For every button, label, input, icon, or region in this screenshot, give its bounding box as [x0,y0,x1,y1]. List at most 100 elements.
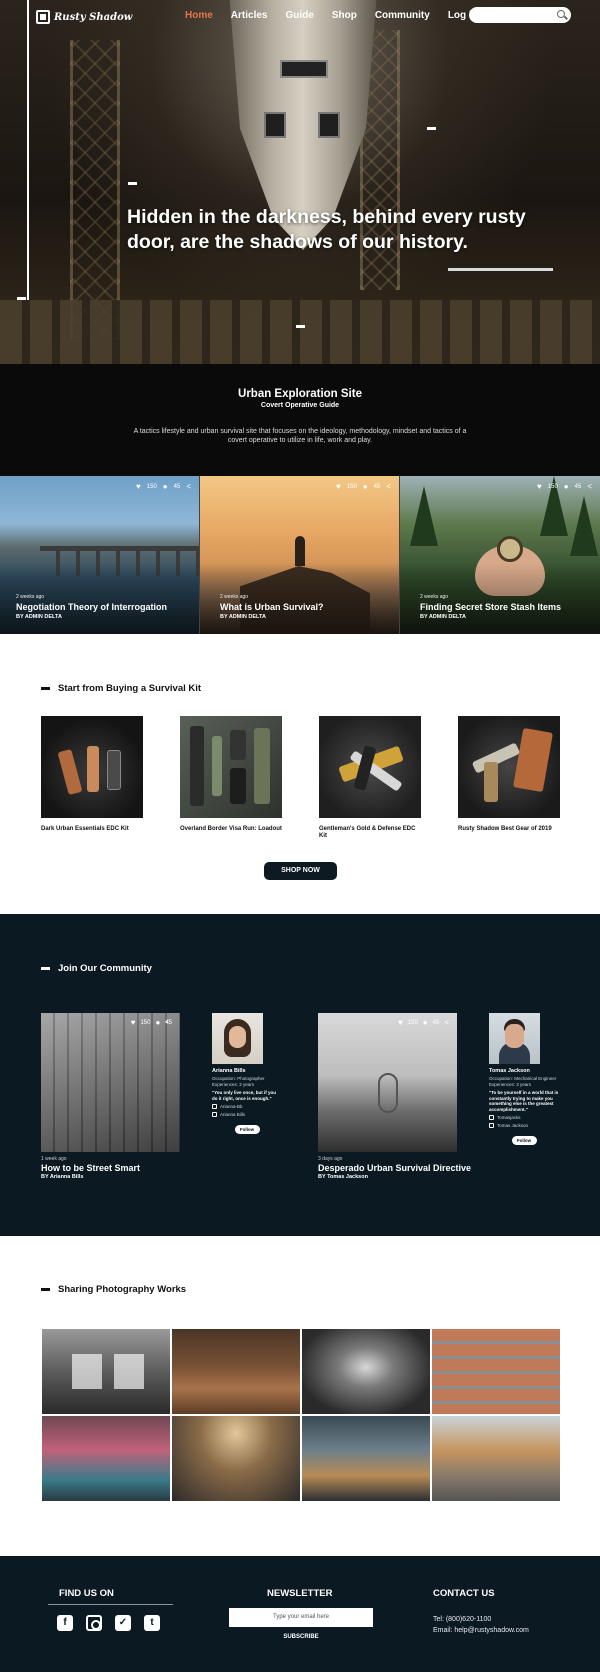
facebook-icon[interactable]: f [57,1615,73,1631]
logo[interactable]: Rusty Shadow [36,10,132,24]
tool [230,730,246,760]
search-input[interactable] [469,7,571,23]
nav-shop[interactable]: Shop [332,10,357,21]
nav-home[interactable]: Home [185,10,213,21]
tool [484,762,498,802]
like-count: 150 [407,1020,418,1026]
nav-community[interactable]: Community [375,10,430,21]
card-title[interactable]: Negotiation Theory of Interrogation [16,602,167,612]
kit-image[interactable] [319,716,421,818]
card-author: BY ADMIN DELTA [220,614,266,620]
gallery-photo[interactable] [431,1328,561,1415]
kit-label[interactable]: Overland Border Visa Run: Loadout [180,826,282,833]
email-field[interactable]: Type your email here [229,1608,373,1627]
heart-icon[interactable]: ♥ [398,1019,403,1027]
card-time: 2 weeks ago [16,594,45,600]
tool [87,746,99,792]
post-title[interactable]: How to be Street Smart [41,1163,140,1173]
profile-quote: "To be yourself in a world that is const… [489,1090,559,1112]
contact-email[interactable]: Email: help@rustyshadow.com [433,1627,529,1634]
gallery-photo[interactable] [171,1328,301,1415]
tumblr-icon[interactable]: t [144,1615,160,1631]
profile-facebook[interactable]: Tomas Jackson [489,1123,559,1128]
hero-dash [427,127,436,130]
intro-section: Urban Exploration Site Covert Operative … [0,364,600,476]
profile-name[interactable]: Arianna Bills [212,1068,282,1074]
kit-label[interactable]: Gentleman's Gold & Defense EDC Kit [319,826,421,840]
nav-menu: Home Articles Guide Shop Community Log i… [185,10,496,21]
comment-count: 45 [432,1020,440,1026]
social-links: f ✓ t [57,1615,160,1631]
comment-icon[interactable]: ● [564,483,569,491]
profile-instagram[interactable]: Arianna-Bb [212,1104,282,1109]
comment-icon[interactable]: ● [423,1019,428,1027]
heart-icon[interactable]: ♥ [537,483,542,491]
gallery-photo[interactable] [41,1415,171,1502]
instagram-icon [489,1115,494,1120]
heart-icon[interactable]: ♥ [136,483,141,491]
kit-image[interactable] [458,716,560,818]
logo-icon [36,10,50,24]
heart-icon[interactable]: ♥ [131,1019,136,1027]
like-count: 150 [140,1020,151,1026]
profile-instagram[interactable]: Tomasjacks [489,1115,559,1120]
card-title[interactable]: What is Urban Survival? [220,602,324,612]
window-light [114,1354,144,1389]
avatar[interactable] [489,1013,540,1064]
follow-button[interactable]: Follow [511,1136,537,1145]
heading-dash [41,967,50,970]
shop-item[interactable]: Gentleman's Gold & Defense EDC Kit [319,716,421,840]
profile-name[interactable]: Tomas Jackson [489,1068,559,1074]
heart-icon[interactable]: ♥ [336,483,341,491]
shop-item[interactable]: Overland Border Visa Run: Loadout [180,716,282,833]
share-icon[interactable]: < [444,1019,449,1027]
community-post-image[interactable]: ♥ 150 ● 45 < [318,1013,457,1152]
comment-icon[interactable]: ● [155,1019,160,1027]
kit-label[interactable]: Dark Urban Essentials EDC Kit [41,826,143,833]
shop-item[interactable]: Rusty Shadow Best Gear of 2019 [458,716,560,833]
nav-guide[interactable]: Guide [285,10,313,21]
card-time: 2 weeks ago [420,594,449,600]
community-post-image[interactable]: ♥ 150 ● 45 [41,1013,180,1152]
profile-facebook[interactable]: Arianna Bills [212,1112,282,1117]
like-count: 150 [346,484,357,490]
nav-articles[interactable]: Articles [231,10,268,21]
shop-heading: Start from Buying a Survival Kit [41,683,201,694]
twitter-icon[interactable]: ✓ [115,1615,131,1631]
kit-label[interactable]: Rusty Shadow Best Gear of 2019 [458,826,560,833]
instagram-icon [212,1104,217,1109]
follow-button[interactable]: Follow [234,1125,260,1134]
comment-icon[interactable]: ● [363,483,368,491]
gallery-photo[interactable] [301,1415,431,1502]
intro-subtitle: Covert Operative Guide [260,402,340,409]
contact-tel: Tel: (800)620-1100 [433,1616,492,1623]
comment-icon[interactable]: ● [163,483,168,491]
kit-image[interactable] [180,716,282,818]
avatar[interactable] [212,1013,263,1064]
kit-image[interactable] [41,716,143,818]
share-icon[interactable]: < [587,483,592,491]
card-title[interactable]: Finding Secret Store Stash Items [420,602,561,612]
instagram-icon[interactable] [86,1615,102,1631]
facebook-handle: Arianna Bills [220,1112,246,1117]
footer: FIND US ON f ✓ t NEWSLETTER Type your em… [0,1556,600,1672]
featured-card[interactable]: ♥ 150 ● 45 < 2 weeks ago Negotiation Theor… [0,476,200,634]
featured-card[interactable]: ♥ 150 ● 45 < 2 weeks ago Finding Secret St… [400,476,600,634]
featured-card[interactable]: ♥ 150 ● 45 < 2 weeks ago What is Urban Sur… [200,476,400,634]
share-icon[interactable]: < [186,483,191,491]
hero-dash [17,297,26,300]
gallery-photo[interactable] [301,1328,431,1415]
gallery-photo[interactable] [171,1415,301,1502]
window-light [72,1354,102,1389]
contact-heading: CONTACT US [433,1588,495,1599]
gallery-photo[interactable] [431,1415,561,1502]
gallery-photo[interactable] [41,1328,171,1415]
subscribe-button[interactable]: SUBSCRIBE [229,1634,373,1640]
share-icon[interactable]: < [386,483,391,491]
search-icon[interactable] [557,10,565,18]
share-icon[interactable]: < [165,1019,169,1027]
card-actions: ♥ 150 ● 45 < [537,483,592,491]
post-title[interactable]: Desperado Urban Survival Directive [318,1163,471,1173]
shop-item[interactable]: Dark Urban Essentials EDC Kit [41,716,143,833]
shop-now-button[interactable]: SHOP NOW [264,862,337,880]
